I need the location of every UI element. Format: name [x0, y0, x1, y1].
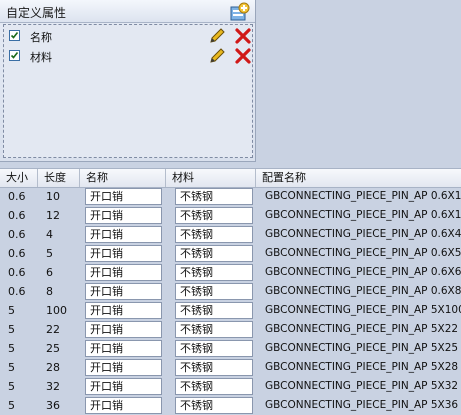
table-row[interactable]: 5 28 开口销 不锈钢 GBCONNECTING_PIECE_PIN_AP 5X28 [0, 358, 461, 377]
cell-material-input[interactable]: 不锈钢 [175, 321, 253, 338]
checkmark-icon [10, 52, 19, 59]
cell-material-input[interactable]: 不锈钢 [175, 207, 253, 224]
table-header: 大小 长度 名称 材料 配置名称 [0, 168, 461, 188]
cell-material-input[interactable]: 不锈钢 [175, 359, 253, 376]
table-row[interactable]: 5 22 开口销 不锈钢 GBCONNECTING_PIECE_PIN_AP 5X22 [0, 320, 461, 339]
table-row[interactable]: 0.6 10 开口销 不锈钢 GBCONNECTING_PIECE_PIN_AP 0.6… [0, 187, 461, 206]
cell-name-input[interactable]: 开口销 [85, 226, 162, 243]
column-header-config-name[interactable]: 配置名称 [256, 169, 461, 187]
custom-properties-panel: 自定义属性 名称 材料 [0, 0, 256, 162]
pencil-icon[interactable] [208, 27, 226, 45]
cell-name-input[interactable]: 开口销 [85, 188, 162, 205]
cell-size: 5 [8, 380, 15, 393]
cell-length: 36 [46, 399, 60, 412]
cell-name-input[interactable]: 开口销 [85, 378, 162, 395]
cell-length: 22 [46, 323, 60, 336]
panel-title: 自定义属性 [6, 6, 67, 20]
cell-config-name: GBCONNECTING_PIECE_PIN_AP 0.6X10 [265, 190, 461, 202]
material-checkbox[interactable] [9, 50, 20, 61]
cell-material-input[interactable]: 不锈钢 [175, 226, 253, 243]
cell-material-input[interactable]: 不锈钢 [175, 283, 253, 300]
add-property-icon[interactable] [229, 2, 251, 22]
cell-name-input[interactable]: 开口销 [85, 245, 162, 262]
checkmark-icon [10, 32, 19, 39]
delete-x-icon[interactable] [234, 27, 252, 45]
cell-name-input[interactable]: 开口销 [85, 340, 162, 357]
cell-length: 6 [46, 266, 53, 279]
table-row[interactable]: 5 36 开口销 不锈钢 GBCONNECTING_PIECE_PIN_AP 5X36 [0, 396, 461, 415]
cell-size: 5 [8, 304, 15, 317]
cell-name-input[interactable]: 开口销 [85, 397, 162, 414]
property-label: 材料 [30, 51, 52, 64]
cell-name-input[interactable]: 开口销 [85, 207, 162, 224]
cell-size: 0.6 [8, 247, 26, 260]
cell-size: 0.6 [8, 266, 26, 279]
cell-length: 8 [46, 285, 53, 298]
cell-length: 32 [46, 380, 60, 393]
cell-length: 4 [46, 228, 53, 241]
table-row[interactable]: 0.6 4 开口销 不锈钢 GBCONNECTING_PIECE_PIN_AP 0.6X… [0, 225, 461, 244]
cell-material-input[interactable]: 不锈钢 [175, 264, 253, 281]
cell-length: 100 [46, 304, 67, 317]
configuration-table: 大小 长度 名称 材料 配置名称 0.6 10 开口销 不锈钢 GBCONNECTING… [0, 168, 461, 415]
cell-length: 25 [46, 342, 60, 355]
cell-name-input[interactable]: 开口销 [85, 321, 162, 338]
column-header-length[interactable]: 长度 [38, 169, 80, 187]
name-checkbox[interactable] [9, 30, 20, 41]
property-row-name: 名称 [6, 27, 252, 45]
cell-name-input[interactable]: 开口销 [85, 302, 162, 319]
cell-size: 0.6 [8, 228, 26, 241]
cell-length: 5 [46, 247, 53, 260]
cell-material-input[interactable]: 不锈钢 [175, 340, 253, 357]
column-header-size[interactable]: 大小 [0, 169, 38, 187]
cell-material-input[interactable]: 不锈钢 [175, 378, 253, 395]
pencil-icon[interactable] [208, 47, 226, 65]
column-header-name[interactable]: 名称 [80, 169, 166, 187]
cell-config-name: GBCONNECTING_PIECE_PIN_AP 5X32 [265, 380, 459, 392]
table-row[interactable]: 0.6 12 开口销 不锈钢 GBCONNECTING_PIECE_PIN_AP 0.6… [0, 206, 461, 225]
cell-config-name: GBCONNECTING_PIECE_PIN_AP 0.6X12 [265, 209, 461, 221]
table-row[interactable]: 5 25 开口销 不锈钢 GBCONNECTING_PIECE_PIN_AP 5X25 [0, 339, 461, 358]
cell-config-name: GBCONNECTING_PIECE_PIN_AP 5X25 [265, 342, 459, 354]
cell-config-name: GBCONNECTING_PIECE_PIN_AP 5X22 [265, 323, 459, 335]
table-row[interactable]: 0.6 6 开口销 不锈钢 GBCONNECTING_PIECE_PIN_AP 0.6X… [0, 263, 461, 282]
cell-length: 12 [46, 209, 60, 222]
cell-size: 0.6 [8, 209, 26, 222]
cell-material-input[interactable]: 不锈钢 [175, 245, 253, 262]
cell-size: 5 [8, 342, 15, 355]
property-label: 名称 [30, 31, 52, 44]
cell-size: 5 [8, 399, 15, 412]
cell-length: 10 [46, 190, 60, 203]
cell-length: 28 [46, 361, 60, 374]
column-header-material[interactable]: 材料 [166, 169, 256, 187]
cell-name-input[interactable]: 开口销 [85, 359, 162, 376]
cell-config-name: GBCONNECTING_PIECE_PIN_AP 0.6X8 [265, 285, 461, 297]
cell-config-name: GBCONNECTING_PIECE_PIN_AP 5X36 [265, 399, 459, 411]
cell-size: 0.6 [8, 285, 26, 298]
table-row[interactable]: 5 100 开口销 不锈钢 GBCONNECTING_PIECE_PIN_AP 5X10… [0, 301, 461, 320]
panel-header: 自定义属性 [0, 0, 255, 23]
cell-name-input[interactable]: 开口销 [85, 283, 162, 300]
table-row[interactable]: 0.6 8 开口销 不锈钢 GBCONNECTING_PIECE_PIN_AP 0.6X… [0, 282, 461, 301]
cell-config-name: GBCONNECTING_PIECE_PIN_AP 0.6X5 [265, 247, 461, 259]
cell-config-name: GBCONNECTING_PIECE_PIN_AP 5X100 [265, 304, 461, 316]
property-row-material: 材料 [6, 47, 252, 65]
table-row[interactable]: 0.6 5 开口销 不锈钢 GBCONNECTING_PIECE_PIN_AP 0.6X… [0, 244, 461, 263]
cell-size: 0.6 [8, 190, 26, 203]
cell-size: 5 [8, 323, 15, 336]
cell-name-input[interactable]: 开口销 [85, 264, 162, 281]
cell-config-name: GBCONNECTING_PIECE_PIN_AP 0.6X4 [265, 228, 461, 240]
cell-config-name: GBCONNECTING_PIECE_PIN_AP 0.6X6 [265, 266, 461, 278]
property-list: 名称 材料 [3, 24, 253, 158]
cell-config-name: GBCONNECTING_PIECE_PIN_AP 5X28 [265, 361, 459, 373]
cell-material-input[interactable]: 不锈钢 [175, 397, 253, 414]
cell-material-input[interactable]: 不锈钢 [175, 188, 253, 205]
table-row[interactable]: 5 32 开口销 不锈钢 GBCONNECTING_PIECE_PIN_AP 5X32 [0, 377, 461, 396]
delete-x-icon[interactable] [234, 47, 252, 65]
cell-size: 5 [8, 361, 15, 374]
cell-material-input[interactable]: 不锈钢 [175, 302, 253, 319]
